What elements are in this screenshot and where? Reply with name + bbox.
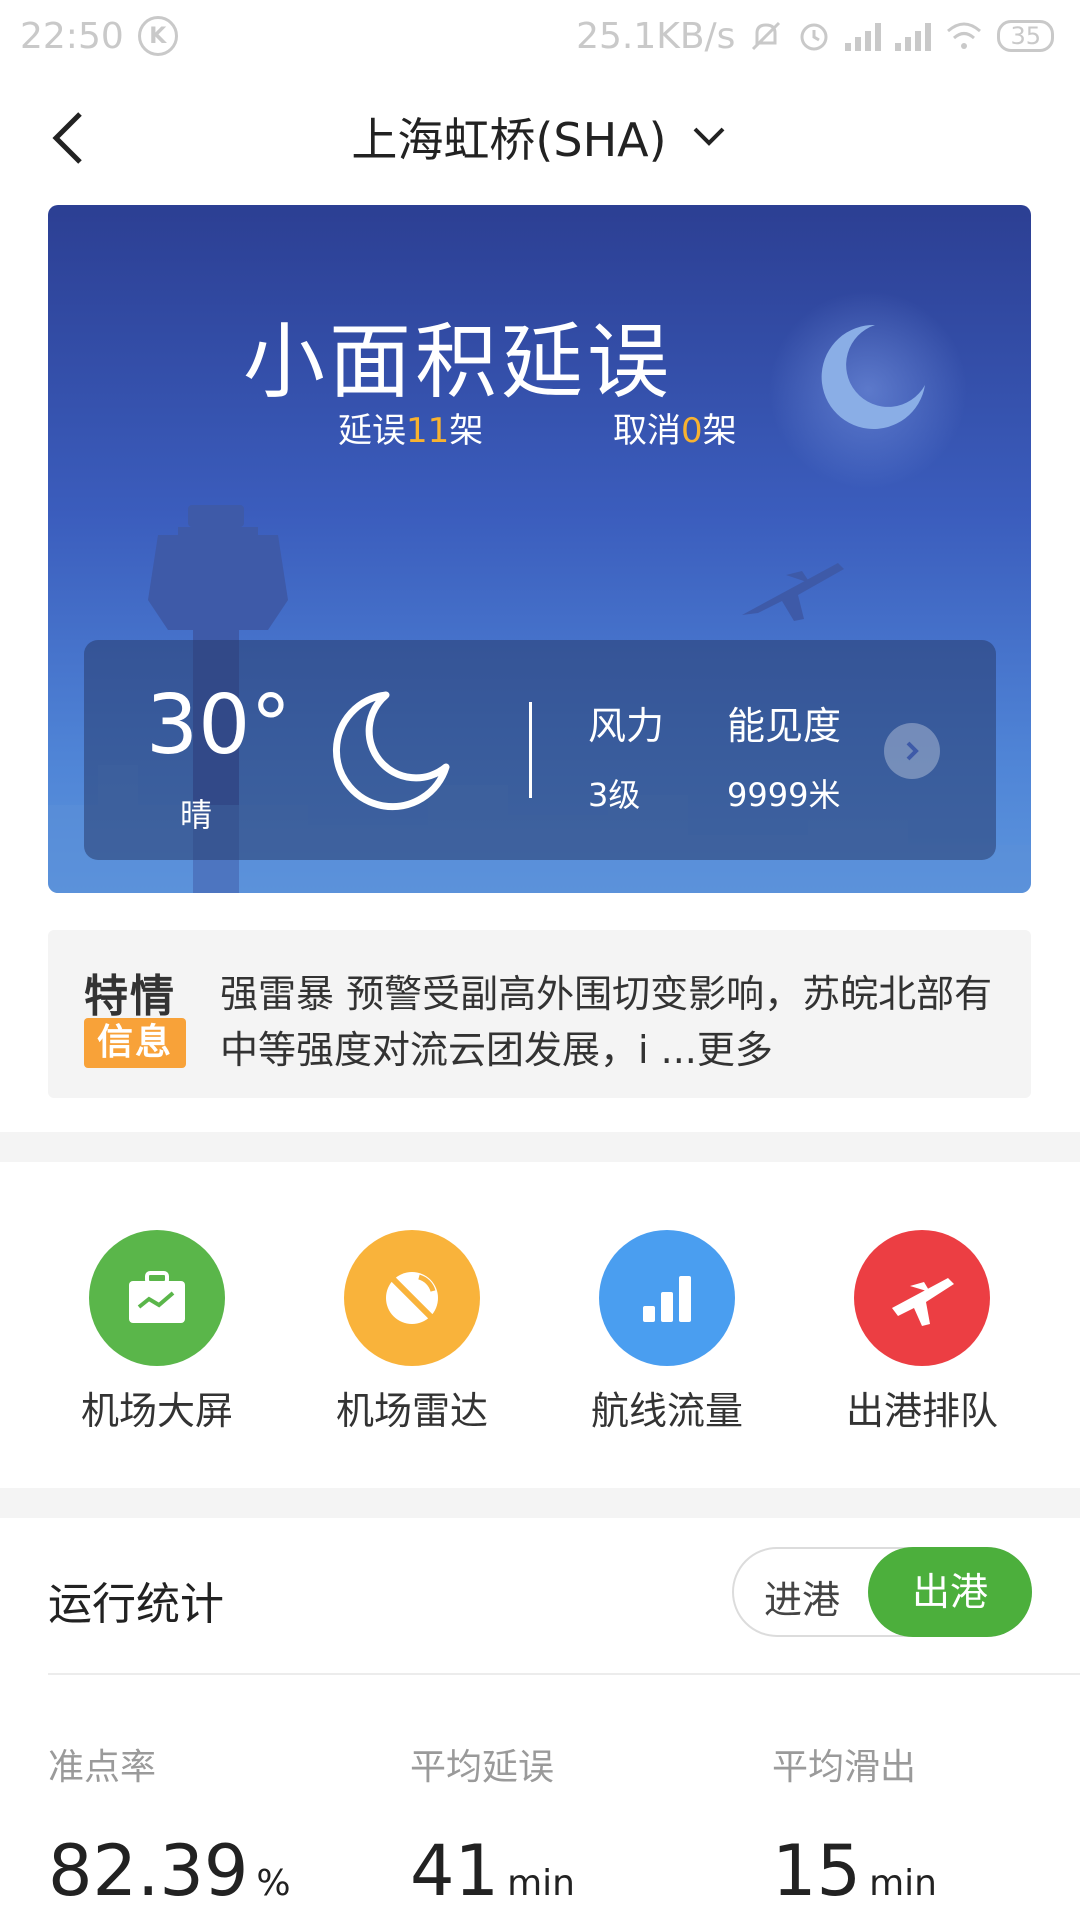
delay-count: 延误11架 xyxy=(338,403,483,452)
stat-label: 准点率 xyxy=(48,1747,157,1788)
status-bar: 22:50 K 25.1KB/s 35 xyxy=(0,0,1080,72)
stat-label: 平均延误 xyxy=(410,1747,555,1788)
tab-departure[interactable]: 出港 xyxy=(868,1547,1032,1637)
stat-number: 41 xyxy=(410,1830,500,1912)
page-title: 上海虹桥(SHA) xyxy=(351,113,667,167)
shortcut-airport-screen[interactable]: 机场大屏 xyxy=(57,1230,257,1435)
delay-suffix: 架 xyxy=(449,411,484,451)
arrival-departure-toggle: 进港 出港 xyxy=(732,1547,1032,1637)
shortcut-airport-radar[interactable]: 机场雷达 xyxy=(312,1230,512,1435)
special-info-content: 强雷暴 预警受副高外围切变影响，苏皖北部有中等强度对流云团发展，i ... xyxy=(220,972,993,1072)
delay-number: 11 xyxy=(406,411,450,451)
stat-number: 82.39 xyxy=(48,1830,249,1912)
weather-divider xyxy=(529,702,532,798)
stat-label: 平均滑出 xyxy=(772,1747,917,1788)
stat-average-delay: 平均延误 41 min xyxy=(410,1738,575,1912)
section-separator-2 xyxy=(0,1488,1080,1518)
delay-prefix: 延误 xyxy=(338,411,406,451)
chevron-down-icon xyxy=(693,127,724,146)
cancel-count: 取消0架 xyxy=(613,403,737,452)
special-info-banner[interactable]: 特情 信息 强雷暴 预警受副高外围切变影响，苏皖北部有中等强度对流云团发展，i … xyxy=(48,930,1031,1098)
section-separator xyxy=(0,1132,1080,1162)
battery-icon: 35 xyxy=(997,20,1054,52)
signal-icon-2 xyxy=(895,21,932,51)
alarm-icon xyxy=(800,23,828,51)
shortcut-label: 机场雷达 xyxy=(335,1389,488,1433)
app-header: 上海虹桥(SHA) xyxy=(0,90,1080,190)
special-info-text: 强雷暴 预警受副高外围切变影响，苏皖北部有中等强度对流云团发展，i ...更多 xyxy=(220,966,1000,1078)
airplane-silhouette-icon xyxy=(742,563,844,621)
network-speed: 25.1KB/s xyxy=(576,15,736,57)
bar-chart-icon xyxy=(599,1230,735,1366)
stat-number: 15 xyxy=(772,1830,862,1912)
stat-value: 82.39% xyxy=(48,1830,291,1912)
delay-status-title: 小面积延误 xyxy=(242,315,673,410)
temperature: 30° xyxy=(146,678,292,773)
wind-label: 风力 xyxy=(588,704,665,748)
weather-detail-button[interactable] xyxy=(884,723,940,779)
stats-divider xyxy=(48,1673,1080,1675)
special-badge-bottom: 信息 xyxy=(84,1018,186,1068)
chevron-right-icon xyxy=(906,741,919,761)
visibility-label: 能见度 xyxy=(727,704,842,748)
cancel-suffix: 架 xyxy=(702,411,737,451)
special-badge-top: 特情 xyxy=(84,971,176,1022)
shortcut-grid: 机场大屏 机场雷达 航线流量 出港排队 xyxy=(0,1230,1080,1480)
stat-on-time-rate: 准点率 82.39% xyxy=(48,1738,291,1912)
weather-condition: 晴 xyxy=(180,796,213,834)
stat-unit: min xyxy=(869,1863,937,1904)
shortcut-departure-queue[interactable]: 出港排队 xyxy=(822,1230,1022,1435)
stat-value: 15 min xyxy=(772,1830,937,1912)
stat-average-taxi-out: 平均滑出 15 min xyxy=(772,1738,937,1912)
departure-plane-icon xyxy=(854,1230,990,1366)
radar-icon xyxy=(344,1230,480,1366)
stat-value: 41 min xyxy=(410,1830,575,1912)
signal-icon xyxy=(845,21,882,51)
stat-unit: min xyxy=(507,1863,575,1904)
cancel-prefix: 取消 xyxy=(613,411,681,451)
visibility-value: 9999米 xyxy=(727,776,841,814)
shortcut-label: 机场大屏 xyxy=(80,1389,233,1433)
airport-status-card: 小面积延误 延误11架 取消0架 30° 晴 风力 3级 能见度 9999米 xyxy=(48,205,1031,893)
airport-selector[interactable]: 上海虹桥(SHA) xyxy=(0,104,1080,170)
tab-arrival[interactable]: 进港 xyxy=(764,1569,840,1624)
status-time: 22:50 xyxy=(20,15,124,57)
stats-section-title: 运行统计 xyxy=(48,1579,224,1630)
mute-icon xyxy=(752,21,781,51)
weather-panel[interactable]: 30° 晴 风力 3级 能见度 9999米 xyxy=(84,640,996,860)
wifi-icon xyxy=(947,22,982,49)
airport-screen-icon xyxy=(89,1230,225,1366)
crescent-moon-icon xyxy=(332,691,450,811)
more-link[interactable]: 更多 xyxy=(697,1028,773,1072)
shortcut-label: 出港排队 xyxy=(845,1389,998,1433)
shortcut-label: 航线流量 xyxy=(590,1389,743,1433)
shortcut-route-flow[interactable]: 航线流量 xyxy=(567,1230,767,1435)
k-app-icon: K xyxy=(137,16,178,56)
stat-unit: % xyxy=(256,1863,291,1904)
wind-value: 3级 xyxy=(588,776,641,814)
cancel-number: 0 xyxy=(681,411,703,451)
